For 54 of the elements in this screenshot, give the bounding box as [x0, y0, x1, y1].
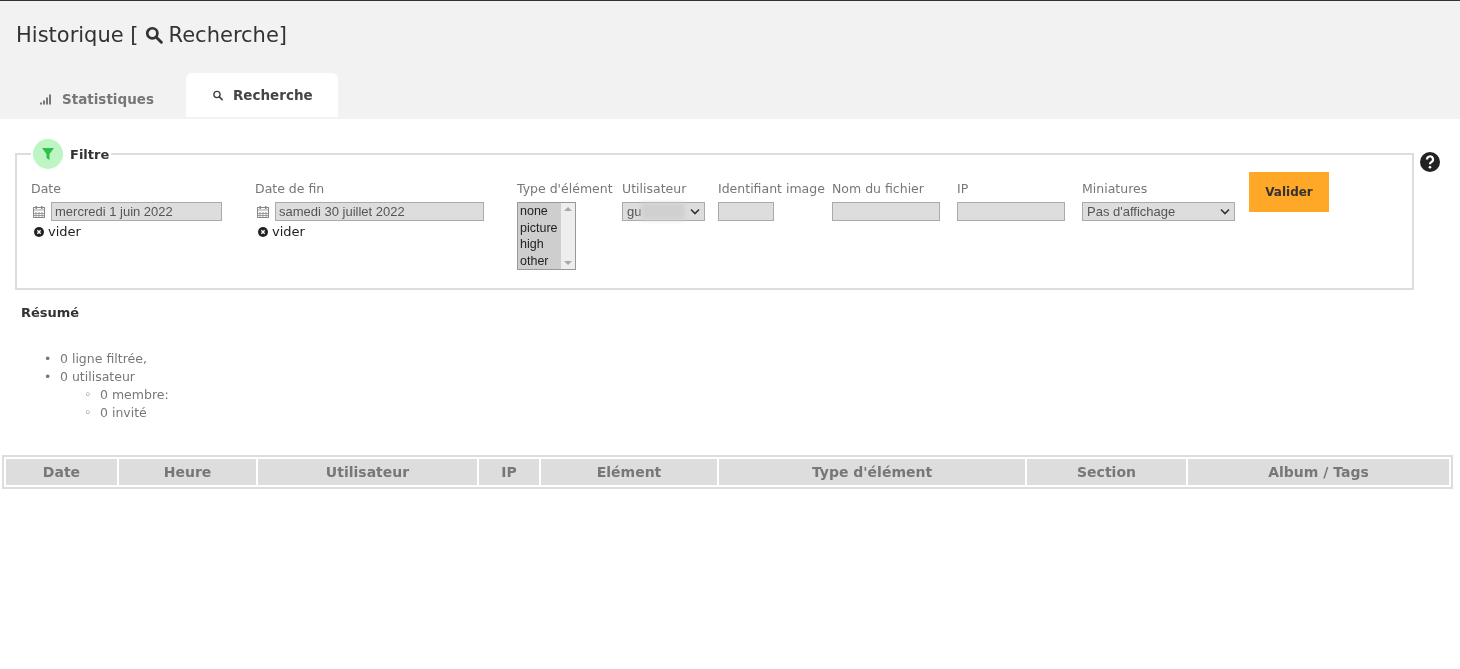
filter-icon: [33, 139, 63, 169]
field-label: Utilisateur: [622, 181, 688, 196]
chevron-down-icon: [1220, 208, 1230, 215]
element-type-listbox[interactable]: none picture high other: [517, 202, 576, 270]
clear-icon: [258, 226, 268, 237]
list-option[interactable]: none: [518, 203, 561, 220]
clear-icon: [34, 226, 44, 237]
image-id-field[interactable]: [718, 202, 774, 221]
signal-bars-icon: [40, 93, 54, 105]
tab[interactable]: Statistiques: [20, 73, 174, 117]
help-icon[interactable]: [1420, 152, 1440, 172]
field-label: Date: [31, 181, 62, 196]
filename-field[interactable]: [832, 202, 940, 221]
filter-legend: Filtre: [70, 146, 110, 162]
list-option[interactable]: high: [518, 236, 561, 253]
date-field[interactable]: mercredi 1 juin 2022: [51, 202, 222, 221]
column-header[interactable]: IP: [479, 459, 539, 485]
page-title-suffix: Recherche]: [168, 23, 288, 47]
field-label: Miniatures: [1082, 181, 1149, 196]
column-header[interactable]: Elément: [541, 459, 717, 485]
clear-link[interactable]: vider: [34, 224, 81, 239]
thumbnails-select[interactable]: Pas d'affichage: [1082, 202, 1235, 221]
field-label: Date de fin: [255, 181, 326, 196]
page-title: Historique [: [16, 23, 139, 47]
search-icon: [210, 89, 225, 101]
column-header[interactable]: Date: [6, 459, 117, 485]
tab[interactable]: Recherche: [185, 73, 338, 117]
column-header[interactable]: Heure: [119, 459, 256, 485]
user-select[interactable]: gu: [622, 202, 705, 221]
column-header[interactable]: Album / Tags: [1188, 459, 1449, 485]
bullet: ◦: [84, 386, 92, 404]
date-field[interactable]: samedi 30 juillet 2022: [275, 202, 484, 221]
bullet: ◦: [84, 404, 92, 422]
summary-item: 0 ligne filtrée,: [60, 350, 147, 368]
summary-heading: Résumé: [21, 305, 81, 320]
summary-item: 0 utilisateur: [60, 368, 135, 386]
bullet: •: [44, 350, 52, 368]
calendar-icon[interactable]: [257, 205, 269, 218]
field-label: Identifiant image: [718, 181, 826, 196]
calendar-icon[interactable]: [33, 205, 45, 218]
field-label: Type d'élément: [517, 181, 614, 196]
field-label: Nom du fichier: [832, 181, 925, 196]
summary-item: 0 invité: [100, 404, 147, 422]
column-header[interactable]: Section: [1027, 459, 1186, 485]
chevron-down-icon: [690, 208, 700, 215]
submit-button[interactable]: Valider: [1249, 172, 1329, 212]
ip-field[interactable]: [957, 202, 1065, 221]
column-header[interactable]: Utilisateur: [258, 459, 477, 485]
bullet: •: [44, 368, 52, 386]
field-label: IP: [957, 181, 970, 196]
search-icon: [144, 26, 163, 44]
summary-item: 0 membre:: [100, 386, 169, 404]
clear-link[interactable]: vider: [258, 224, 305, 239]
column-header[interactable]: Type d'élément: [719, 459, 1025, 485]
